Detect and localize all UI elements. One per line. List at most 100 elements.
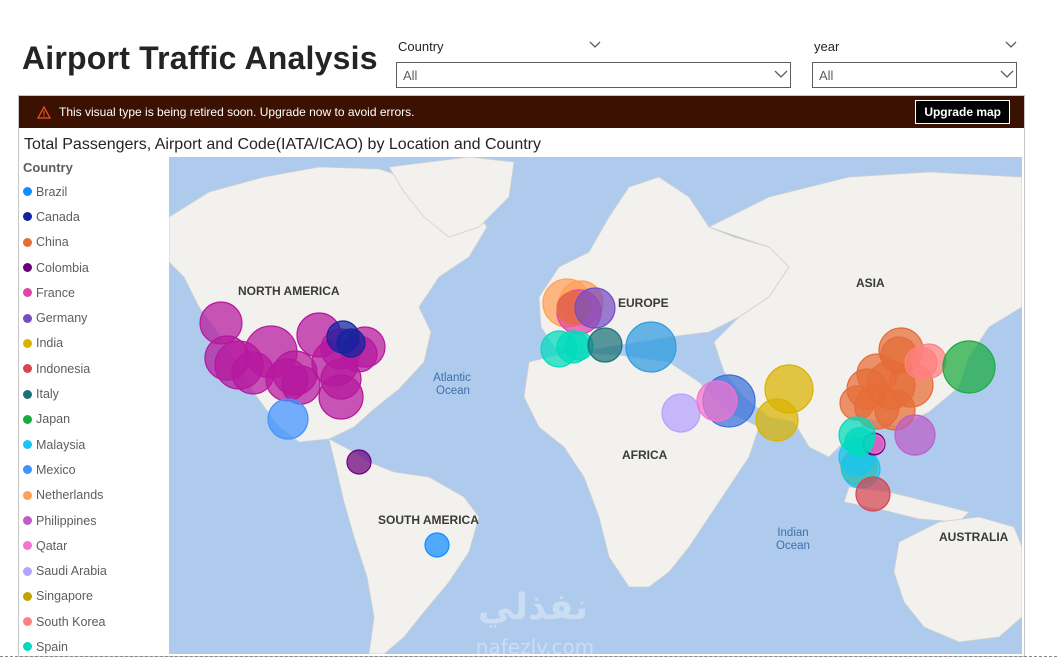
airport-bubble[interactable]	[336, 328, 366, 358]
year-slicer-label: year	[814, 38, 840, 54]
legend-item-canada[interactable]: Canada	[23, 204, 163, 229]
legend-item-colombia[interactable]: Colombia	[23, 255, 163, 280]
label-north-america: NORTH AMERICA	[238, 284, 340, 298]
legend-label: Brazil	[36, 184, 68, 199]
warning-icon	[37, 105, 51, 119]
legend-item-italy[interactable]: Italy	[23, 381, 163, 406]
legend-label: Saudi Arabia	[36, 564, 107, 579]
airport-bubble[interactable]	[855, 476, 891, 512]
warning-message: This visual type is being retired soon. …	[59, 105, 415, 119]
legend-swatch	[23, 516, 32, 525]
visual-title: Total Passengers, Airport and Code(IATA/…	[24, 136, 541, 153]
legend-label: Philippines	[36, 513, 97, 528]
label-australia: AUSTRALIA	[939, 530, 1009, 544]
label-south-america: SOUTH AMERICA	[378, 513, 479, 527]
page-bottom-border	[0, 656, 1057, 657]
legend-swatch	[23, 212, 32, 222]
legend-label: Mexico	[36, 462, 76, 477]
legend-swatch	[23, 313, 32, 323]
legend-item-indonesia[interactable]: Indonesia	[23, 356, 163, 381]
legend-swatch	[23, 541, 32, 551]
legend-item-qatar[interactable]: Qatar	[23, 533, 163, 558]
label-asia: ASIA	[856, 276, 885, 290]
airport-bubble[interactable]	[320, 358, 362, 400]
airport-bubble[interactable]	[281, 365, 321, 405]
label-atlantic-2: Ocean	[436, 385, 470, 397]
legend-label: Netherlands	[36, 488, 104, 503]
legend-label: India	[36, 336, 64, 351]
label-africa: AFRICA	[622, 448, 668, 462]
legend-swatch	[23, 566, 32, 576]
legend-item-south-korea[interactable]: South Korea	[23, 609, 163, 634]
airport-bubble[interactable]	[424, 532, 450, 558]
legend-item-singapore[interactable]: Singapore	[23, 584, 163, 609]
country-slicer[interactable]: Country All	[396, 34, 791, 88]
legend-swatch	[23, 642, 32, 652]
legend-label: Italy	[36, 387, 59, 402]
year-slicer[interactable]: year All	[812, 34, 1017, 88]
legend-swatch	[23, 440, 32, 450]
page-title: Airport Traffic Analysis	[22, 40, 378, 76]
airport-bubble[interactable]	[755, 398, 799, 442]
airport-bubble[interactable]	[894, 414, 936, 456]
legend-item-philippines[interactable]: Philippines	[23, 508, 163, 533]
world-map[interactable]: NORTH AMERICA SOUTH AMERICA EUROPE AFRIC…	[169, 157, 1022, 654]
legend-label: Indonesia	[36, 361, 91, 376]
legend-label: Spain	[36, 639, 68, 654]
airport-bubble[interactable]	[661, 393, 701, 433]
legend-item-china[interactable]: China	[23, 230, 163, 255]
legend-swatch	[23, 490, 32, 500]
year-dropdown[interactable]: All	[812, 62, 1017, 88]
airport-bubble[interactable]	[942, 340, 996, 394]
legend-label: Malaysia	[36, 437, 86, 452]
legend-item-brazil[interactable]: Brazil	[23, 179, 163, 204]
airport-bubble[interactable]	[267, 398, 309, 440]
label-indian-1: Indian	[777, 527, 808, 539]
legend-item-netherlands[interactable]: Netherlands	[23, 483, 163, 508]
label-indian-2: Ocean	[776, 540, 810, 552]
airport-bubble[interactable]	[696, 380, 738, 422]
airport-bubble[interactable]	[587, 327, 623, 363]
legend-swatch	[23, 389, 32, 399]
legend-item-japan[interactable]: Japan	[23, 407, 163, 432]
legend-label: Qatar	[36, 538, 68, 553]
legend-swatch	[23, 364, 32, 374]
legend-item-india[interactable]: India	[23, 331, 163, 356]
legend-item-malaysia[interactable]: Malaysia	[23, 432, 163, 457]
watermark-url: nafezly.com	[476, 635, 594, 654]
airport-bubble[interactable]	[574, 287, 616, 329]
legend-item-germany[interactable]: Germany	[23, 305, 163, 330]
legend-label: France	[36, 285, 75, 300]
deprecation-warning-bar: This visual type is being retired soon. …	[19, 96, 1024, 128]
chevron-down-icon[interactable]	[589, 41, 601, 51]
legend-swatch	[23, 338, 32, 348]
airport-bubble[interactable]	[844, 427, 874, 457]
map-canvas[interactable]: NORTH AMERICA SOUTH AMERICA EUROPE AFRIC…	[169, 157, 1022, 654]
airport-bubble[interactable]	[346, 449, 372, 475]
legend-item-mexico[interactable]: Mexico	[23, 457, 163, 482]
label-europe: EUROPE	[618, 296, 669, 310]
legend-swatch	[23, 263, 32, 273]
legend-item-saudi-arabia[interactable]: Saudi Arabia	[23, 558, 163, 583]
legend-swatch	[23, 617, 32, 627]
legend-label: Germany	[36, 311, 88, 326]
year-slicer-header[interactable]: year	[812, 34, 1017, 58]
country-slicer-header[interactable]: Country	[396, 34, 601, 58]
legend-label: Singapore	[36, 589, 93, 604]
legend: Country Brazil Canada China Colombia France G…	[23, 160, 163, 660]
legend-swatch	[23, 465, 32, 475]
map-visual[interactable]: This visual type is being retired soon. …	[18, 95, 1025, 657]
chevron-down-icon[interactable]	[1005, 41, 1017, 51]
chevron-down-icon[interactable]	[1000, 70, 1014, 80]
country-dropdown-value: All	[403, 67, 418, 83]
legend-title: Country	[23, 160, 73, 175]
watermark-arabic: نفذلي	[478, 587, 588, 628]
airport-bubble[interactable]	[904, 346, 938, 380]
upgrade-map-button[interactable]: Upgrade map	[915, 100, 1010, 124]
legend-item-france[interactable]: France	[23, 280, 163, 305]
chevron-down-icon[interactable]	[774, 70, 788, 80]
legend-swatch	[23, 237, 32, 247]
airport-bubble[interactable]	[625, 321, 677, 373]
country-slicer-label: Country	[398, 38, 444, 54]
country-dropdown[interactable]: All	[396, 62, 791, 88]
